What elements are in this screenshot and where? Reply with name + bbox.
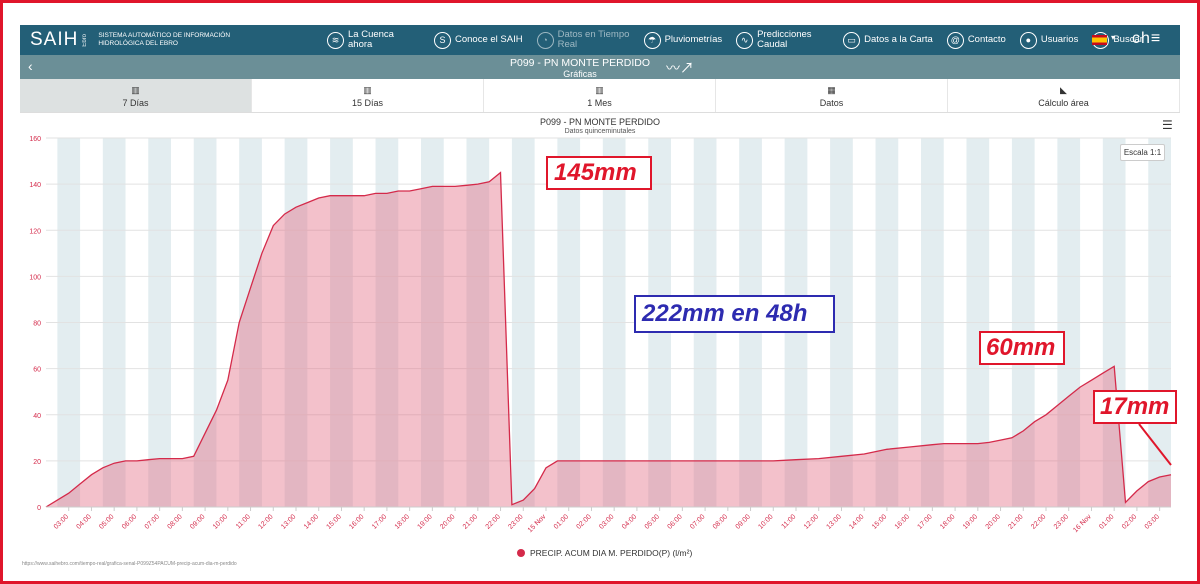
scale-button[interactable]: Escala 1:1 (1120, 144, 1165, 161)
x-tick-label: 11:00 (780, 513, 797, 530)
x-tick-label: 13:00 (280, 513, 297, 530)
y-tick-label: 100 (29, 274, 41, 281)
y-tick-label: 120 (29, 228, 41, 235)
x-tick-label: 23:00 (507, 513, 524, 530)
x-tick-label: 17:00 (371, 513, 388, 530)
x-tick-label: 15:00 (326, 513, 343, 530)
x-tick-label: 03:00 (598, 513, 615, 530)
screenshot-frame: SAIH Ebro SISTEMA AUTOMÁTICO DE INFORMAC… (0, 0, 1200, 584)
x-tick-label: 01:00 (1098, 513, 1115, 530)
x-tick-label: 10:00 (212, 513, 229, 530)
x-tick-label: 16 Nov (1072, 513, 1093, 534)
annotation-60mm: 60mm (979, 331, 1065, 365)
x-tick-label: 04:00 (76, 513, 93, 530)
y-tick-label: 20 (33, 459, 41, 466)
x-tick-label: 05:00 (98, 513, 115, 530)
x-tick-label: 03:00 (53, 513, 70, 530)
x-tick-label: 07:00 (144, 513, 161, 530)
annotation-17mm: 17mm (1093, 390, 1177, 424)
x-tick-label: 18:00 (939, 513, 956, 530)
x-tick-label: 16:00 (894, 513, 911, 530)
annotation-total: 222mm en 48h (634, 295, 835, 333)
y-tick-label: 80 (33, 321, 41, 328)
x-tick-label: 04:00 (621, 513, 638, 530)
y-tick-label: 40 (33, 413, 41, 420)
chart-title: P099 - PN MONTE PERDIDO (540, 117, 660, 127)
x-tick-label: 09:00 (189, 513, 206, 530)
x-tick-label: 21:00 (462, 513, 479, 530)
y-tick-label: 60 (33, 367, 41, 374)
x-tick-label: 21:00 (1007, 513, 1024, 530)
x-tick-label: 16:00 (348, 513, 365, 530)
x-tick-label: 06:00 (666, 513, 683, 530)
x-tick-label: 01:00 (553, 513, 570, 530)
x-tick-label: 15:00 (871, 513, 888, 530)
page-url: https://www.saihebro.com/tiempo-real/gra… (22, 561, 237, 567)
x-tick-label: 12:00 (257, 513, 274, 530)
x-tick-label: 07:00 (689, 513, 706, 530)
x-tick-label: 22:00 (1030, 513, 1047, 530)
x-tick-label: 19:00 (962, 513, 979, 530)
x-tick-label: 15 Nov (527, 513, 548, 534)
x-tick-label: 19:00 (416, 513, 433, 530)
x-tick-label: 10:00 (757, 513, 774, 530)
x-tick-label: 12:00 (803, 513, 820, 530)
x-tick-label: 11:00 (235, 513, 252, 530)
y-tick-label: 160 (29, 136, 41, 143)
x-tick-label: 20:00 (985, 513, 1002, 530)
x-tick-label: 02:00 (576, 513, 593, 530)
x-tick-label: 22:00 (485, 513, 502, 530)
x-tick-label: 14:00 (848, 513, 865, 530)
chart-legend[interactable]: PRECIP. ACUM DIA M. PERDIDO(P) (l/m²) (517, 548, 692, 558)
annotation-145mm: 145mm (546, 156, 652, 190)
x-tick-label: 03:00 (1144, 513, 1161, 530)
x-tick-label: 20:00 (439, 513, 456, 530)
x-tick-label: 09:00 (735, 513, 752, 530)
x-tick-label: 06:00 (121, 513, 138, 530)
precipitation-chart: 0 20 40 60 80 100 120 140 160 P099 - PN MONTE PER… (29, 117, 1172, 534)
legend-label: PRECIP. ACUM DIA M. PERDIDO(P) (l/m²) (530, 548, 693, 558)
chart-subtitle: Datos quinceminutales (565, 128, 636, 135)
legend-marker (517, 549, 525, 557)
x-tick-label: 05:00 (644, 513, 661, 530)
x-tick-label: 14:00 (303, 513, 320, 530)
x-tick-label: 17:00 (916, 513, 933, 530)
x-tick-label: 23:00 (1053, 513, 1070, 530)
x-tick-label: 02:00 (1121, 513, 1138, 530)
y-tick-label: 140 (29, 182, 41, 189)
hamburger-menu-icon[interactable]: ☰ (1162, 118, 1173, 132)
x-tick-label: 13:00 (826, 513, 843, 530)
x-tick-label: 08:00 (166, 513, 183, 530)
x-tick-label: 18:00 (394, 513, 411, 530)
x-tick-label: 08:00 (712, 513, 729, 530)
y-tick-label: 0 (37, 505, 41, 512)
